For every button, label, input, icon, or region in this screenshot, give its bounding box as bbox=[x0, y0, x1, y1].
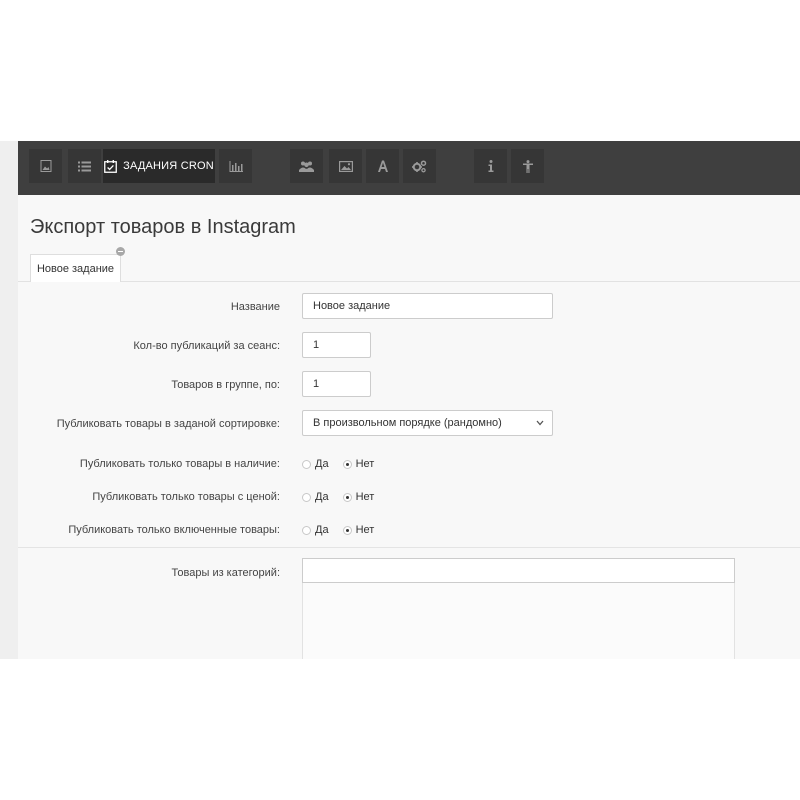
enabled-label: Публиковать только включенные товары: bbox=[68, 524, 280, 536]
sort-select[interactable]: В произвольном порядке (рандомно) bbox=[302, 410, 553, 436]
per-session-label: Кол-во публикаций за сеанс: bbox=[133, 340, 280, 352]
enabled-no-radio[interactable] bbox=[342, 525, 352, 535]
gears-icon bbox=[412, 159, 427, 172]
page-title: Экспорт товаров в Instagram bbox=[30, 216, 296, 238]
help-button[interactable] bbox=[511, 149, 544, 183]
cron-tasks-label: ЗАДАНИЯ CRON bbox=[123, 160, 214, 172]
group-size-input[interactable]: 1 bbox=[302, 371, 371, 397]
toolbar: ЗАДАНИЯ CRON bbox=[18, 141, 800, 195]
in-stock-radio-group: Да Нет bbox=[302, 458, 388, 470]
users-icon bbox=[299, 161, 314, 172]
info-button[interactable] bbox=[474, 149, 507, 183]
sort-label: Публиковать товары в заданой сортировке: bbox=[56, 418, 280, 430]
image-icon bbox=[40, 160, 51, 172]
in-stock-label: Публиковать только товары в наличие: bbox=[79, 458, 280, 470]
categories-list[interactable] bbox=[302, 583, 735, 659]
font-button[interactable] bbox=[366, 149, 399, 183]
person-icon bbox=[522, 159, 533, 173]
in-stock-no-label[interactable]: Нет bbox=[356, 458, 375, 470]
per-session-input[interactable]: 1 bbox=[302, 332, 371, 358]
with-price-yes-radio[interactable] bbox=[302, 492, 311, 502]
with-price-radio-group: Да Нет bbox=[302, 491, 388, 503]
cron-tasks-button[interactable]: ЗАДАНИЯ CRON bbox=[103, 149, 215, 183]
categories-search-input[interactable] bbox=[302, 558, 735, 583]
calendar-check-icon bbox=[104, 159, 118, 173]
in-stock-no-radio[interactable] bbox=[342, 459, 352, 469]
stats-button[interactable] bbox=[219, 149, 252, 183]
font-icon bbox=[377, 160, 388, 172]
bar-chart-icon bbox=[229, 160, 243, 172]
enabled-yes-radio[interactable] bbox=[302, 525, 311, 535]
tab-close-icon[interactable] bbox=[116, 247, 125, 256]
enabled-yes-label[interactable]: Да bbox=[315, 524, 329, 536]
list-icon bbox=[78, 161, 91, 171]
section-divider bbox=[18, 547, 800, 548]
list-button[interactable] bbox=[68, 149, 101, 183]
picture-icon bbox=[338, 160, 353, 172]
image-button[interactable] bbox=[29, 149, 62, 183]
name-label: Название bbox=[230, 301, 280, 313]
enabled-radio-group: Да Нет bbox=[302, 524, 388, 536]
picture-button[interactable] bbox=[329, 149, 362, 183]
chevron-down-icon bbox=[536, 420, 544, 426]
settings-button[interactable] bbox=[403, 149, 436, 183]
sort-select-value: В произвольном порядке (рандомно) bbox=[313, 417, 502, 429]
users-button[interactable] bbox=[290, 149, 323, 183]
with-price-no-radio[interactable] bbox=[342, 492, 352, 502]
info-icon bbox=[488, 160, 493, 172]
enabled-no-label[interactable]: Нет bbox=[356, 524, 375, 536]
app-frame: ЗАДАНИЯ CRON Экспорт товаров в Instagram… bbox=[0, 141, 800, 659]
in-stock-yes-radio[interactable] bbox=[302, 459, 311, 469]
name-input[interactable]: Новое задание bbox=[302, 293, 553, 319]
group-size-label: Товаров в группе, по: bbox=[171, 379, 280, 391]
tab-bar-line bbox=[18, 281, 800, 282]
with-price-yes-label[interactable]: Да bbox=[315, 491, 329, 503]
in-stock-yes-label[interactable]: Да bbox=[315, 458, 329, 470]
with-price-label: Публиковать только товары с ценой: bbox=[92, 491, 280, 503]
with-price-no-label[interactable]: Нет bbox=[356, 491, 375, 503]
tab-new-task[interactable]: Новое задание bbox=[30, 254, 121, 282]
categories-label: Товары из категорий: bbox=[171, 567, 280, 579]
left-strip bbox=[0, 141, 18, 659]
